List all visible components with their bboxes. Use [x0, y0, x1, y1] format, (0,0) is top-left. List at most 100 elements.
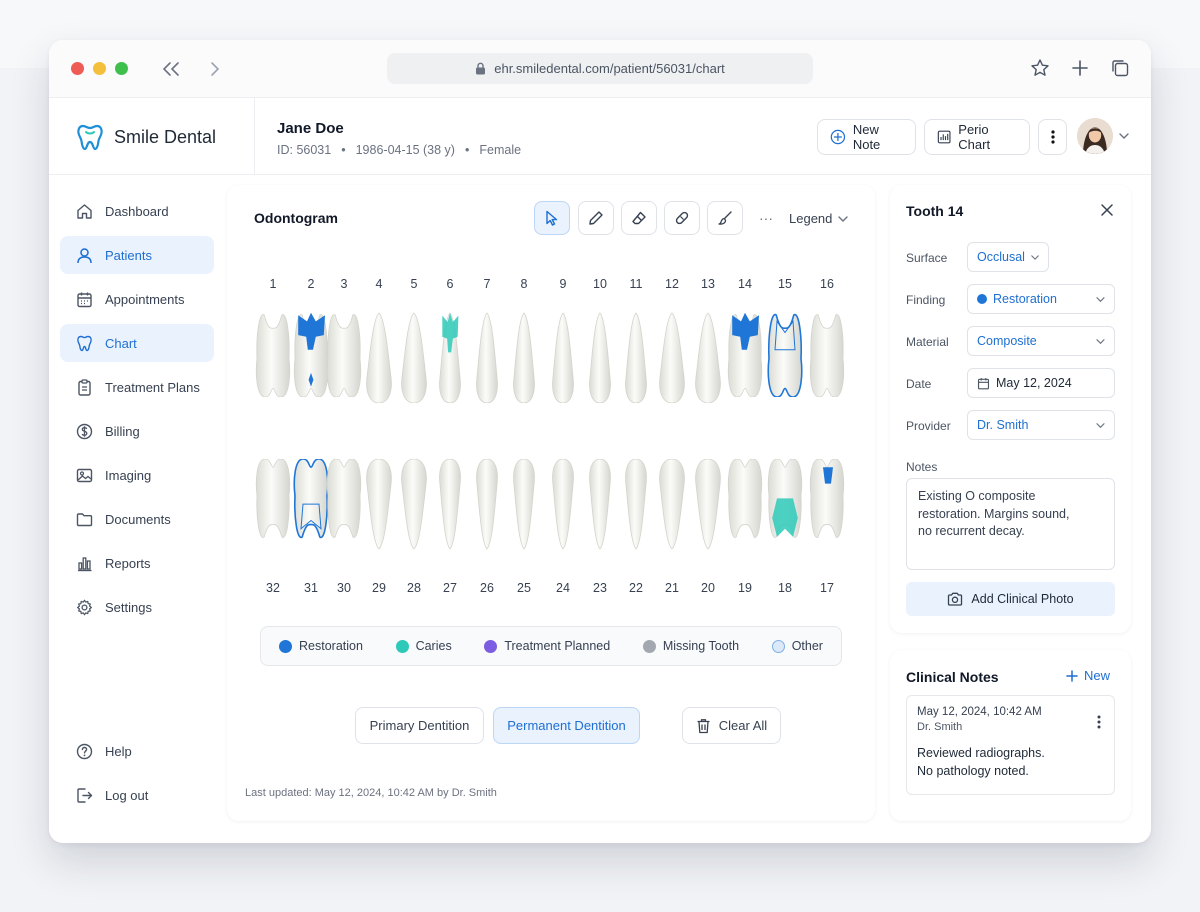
- tooth-7[interactable]: [475, 311, 499, 403]
- chevron-down-icon[interactable]: [1119, 132, 1129, 140]
- permanent-dentition-button[interactable]: Permanent Dentition: [493, 707, 640, 744]
- tooth-outline: [326, 314, 362, 397]
- tabs-icon[interactable]: [1108, 56, 1132, 80]
- plus-icon[interactable]: [1068, 56, 1092, 80]
- tooth-outline: [401, 312, 427, 403]
- sidebar-item-help[interactable]: Help: [60, 732, 214, 770]
- tooth-29[interactable]: [365, 459, 393, 551]
- bandage-tool-button[interactable]: [664, 201, 700, 235]
- sidebar-item-dashboard[interactable]: Dashboard: [60, 192, 214, 230]
- brush-tool-button[interactable]: [707, 201, 743, 235]
- tooth-30[interactable]: [324, 459, 364, 541]
- sidebar-item-label: Appointments: [105, 291, 185, 307]
- tooth-13[interactable]: [694, 311, 722, 403]
- tooth-1[interactable]: [253, 311, 293, 397]
- date-field[interactable]: May 12, 2024: [967, 368, 1115, 398]
- add-clinical-photo-button[interactable]: Add Clinical Photo: [906, 582, 1115, 616]
- brand-logo[interactable]: Smile Dental: [75, 122, 216, 152]
- sidebar-item-label: Imaging: [105, 467, 152, 483]
- tooth-6[interactable]: [438, 311, 462, 403]
- tooth-5[interactable]: [400, 311, 428, 403]
- tooth-outline: [659, 459, 685, 550]
- close-icon[interactable]: [1101, 204, 1113, 216]
- dollar-icon: [76, 423, 93, 439]
- surface-select[interactable]: Occlusal: [967, 242, 1049, 272]
- sidebar-item-documents[interactable]: Documents: [60, 500, 214, 538]
- tooth-outline: [513, 459, 535, 550]
- sidebar-item-patients[interactable]: Patients: [60, 236, 214, 274]
- tooth-number-label: 11: [629, 277, 643, 291]
- notes-textarea[interactable]: Existing O composite restoration. Margin…: [906, 478, 1115, 570]
- tooth-12[interactable]: [658, 311, 686, 403]
- legend-swatch: [279, 639, 292, 653]
- tooth-10[interactable]: [588, 311, 612, 403]
- address-bar[interactable]: ehr.smiledental.com/patient/56031/chart: [387, 53, 813, 84]
- avatar[interactable]: [1077, 118, 1113, 154]
- tooth-23[interactable]: [588, 459, 612, 551]
- tooth-27[interactable]: [438, 459, 462, 551]
- clinical-note-entry[interactable]: May 12, 2024, 10:42 AM Dr. Smith Reviewe…: [906, 695, 1115, 795]
- maximize-window-button[interactable]: [115, 62, 128, 75]
- tooth-25[interactable]: [512, 459, 536, 551]
- tooth-14[interactable]: [725, 311, 765, 397]
- tooth-8[interactable]: [512, 311, 536, 403]
- tooth-26[interactable]: [475, 459, 499, 551]
- select-tool-button[interactable]: [534, 201, 570, 235]
- eraser-tool-button[interactable]: [621, 201, 657, 235]
- finding-select[interactable]: Restoration: [967, 284, 1115, 314]
- new-note-button[interactable]: New Note: [817, 119, 916, 155]
- minimize-window-button[interactable]: [93, 62, 106, 75]
- material-select[interactable]: Composite: [967, 326, 1115, 356]
- tooth-4[interactable]: [365, 311, 393, 403]
- tooth-15[interactable]: [765, 311, 805, 397]
- sidebar-item-treatment-plans[interactable]: Treatment Plans: [60, 368, 214, 406]
- pencil-tool-button[interactable]: [578, 201, 614, 235]
- sidebar-item-reports[interactable]: Reports: [60, 544, 214, 582]
- legend-label: Treatment Planned: [504, 639, 611, 653]
- kebab-icon: [1050, 130, 1055, 144]
- kebab-icon[interactable]: [1097, 715, 1101, 729]
- tooth-28[interactable]: [400, 459, 428, 551]
- back-icon[interactable]: [159, 56, 185, 82]
- date-label: Date: [906, 377, 932, 391]
- browser-toolbar: ehr.smiledental.com/patient/56031/chart: [49, 40, 1151, 98]
- header-divider: [254, 98, 255, 175]
- tooth-20[interactable]: [694, 459, 722, 551]
- close-window-button[interactable]: [71, 62, 84, 75]
- new-clinical-note-button[interactable]: New: [1066, 668, 1110, 683]
- material-value: Composite: [977, 334, 1037, 348]
- sidebar-item-settings[interactable]: Settings: [60, 588, 214, 626]
- sidebar-item-chart[interactable]: Chart: [60, 324, 214, 362]
- sidebar-item-imaging[interactable]: Imaging: [60, 456, 214, 494]
- tooth-19[interactable]: [725, 459, 765, 541]
- sidebar-item-label: Documents: [105, 511, 171, 527]
- legend-toggle[interactable]: Legend: [789, 211, 849, 226]
- clear-all-button[interactable]: Clear All: [682, 707, 781, 744]
- tooth-22[interactable]: [624, 459, 648, 551]
- patient-dob: 1986-04-15 (38 y): [355, 143, 455, 157]
- tooth-18[interactable]: [765, 459, 805, 541]
- tooth-outline: [513, 312, 535, 403]
- tooth-number-label: 2: [307, 277, 315, 291]
- sidebar-item-logout[interactable]: Log out: [60, 776, 214, 814]
- tooth-32[interactable]: [253, 459, 293, 541]
- tooth-9[interactable]: [551, 311, 575, 403]
- sidebar-item-appointments[interactable]: Appointments: [60, 280, 214, 318]
- tooth-number-label: 26: [480, 581, 494, 595]
- more-tools-button[interactable]: ···: [759, 210, 773, 226]
- primary-dentition-button[interactable]: Primary Dentition: [355, 707, 484, 744]
- tooth-16[interactable]: [807, 311, 847, 397]
- tooth-11[interactable]: [624, 311, 648, 403]
- tooth-24[interactable]: [551, 459, 575, 551]
- sidebar-item-billing[interactable]: Billing: [60, 412, 214, 450]
- provider-select[interactable]: Dr. Smith: [967, 410, 1115, 440]
- chart-icon: [937, 130, 951, 144]
- more-actions-button[interactable]: [1038, 119, 1067, 155]
- tooth-17[interactable]: [807, 459, 847, 541]
- tooth-21[interactable]: [658, 459, 686, 551]
- tooth-3[interactable]: [324, 311, 364, 397]
- perio-chart-button[interactable]: Perio Chart: [924, 119, 1030, 155]
- forward-icon[interactable]: [202, 56, 228, 82]
- star-icon[interactable]: [1028, 56, 1052, 80]
- sidebar: Dashboard Patients Appointments Chart Tr…: [49, 176, 227, 843]
